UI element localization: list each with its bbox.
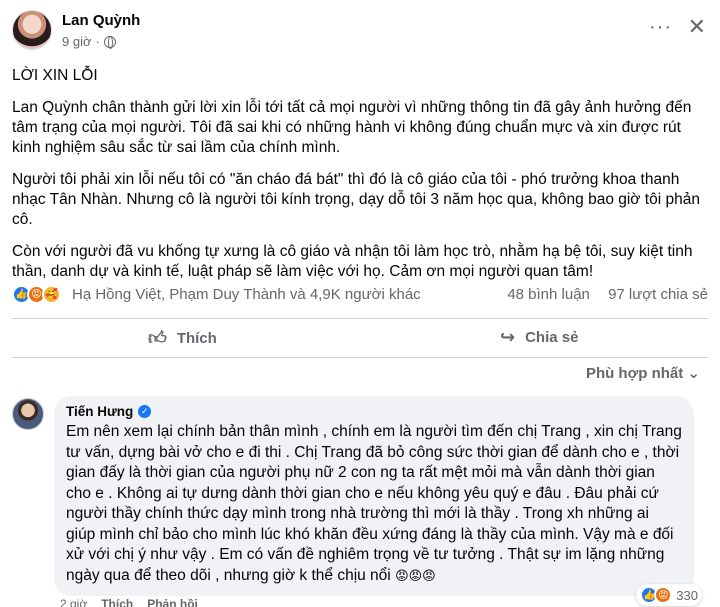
post-body: LỜI XIN LỖI Lan Quỳnh chân thành gửi lời…	[12, 66, 702, 294]
post-paragraph: Còn với người đã vu khống tự xưng là cô …	[12, 243, 693, 280]
comment-reply-button[interactable]: Phản hồi	[147, 597, 198, 607]
comment-like-button[interactable]: Thích	[101, 597, 133, 607]
comment-reactions[interactable]: 👍 😡 330	[636, 584, 702, 606]
share-button[interactable]: ↪ Chia sẻ	[500, 327, 578, 348]
thumbs-up-icon: 👍︎	[148, 328, 167, 348]
comment-text: Em nên xem lại chính bản thân mình , chí…	[66, 423, 682, 584]
post-title: LỜI XIN LỖI	[12, 67, 98, 84]
reactors-list[interactable]: Hạ Hồng Việt, Phạm Duy Thành và 4,9K ngư…	[72, 286, 421, 303]
care-reaction-icon: 🥰	[42, 285, 61, 304]
shares-count[interactable]: 97 lượt chia sẻ	[608, 286, 708, 303]
post-meta: 9 giờ ·	[62, 34, 116, 49]
comment-bubble: Tiến Hưng ✓ Em nên xem lại chính bản thâ…	[54, 396, 694, 596]
engagement-counts: 48 bình luận 97 lượt chia sẻ	[493, 286, 708, 303]
more-options-button[interactable]: ···	[649, 16, 672, 39]
like-button[interactable]: 👍︎ Thích	[148, 327, 217, 349]
share-label: Chia sẻ	[525, 329, 579, 346]
share-icon: ↪	[500, 327, 516, 347]
post-header: Lan Quỳnh 9 giờ · ··· ✕	[12, 8, 708, 56]
comment-reaction-count: 330	[676, 587, 698, 603]
comments-count[interactable]: 48 bình luận	[507, 286, 590, 303]
commenter-avatar[interactable]	[12, 398, 44, 430]
commenter-name[interactable]: Tiến Hưng	[66, 404, 133, 419]
post-paragraph: Người tôi phải xin lỗi nếu tôi có "ăn ch…	[12, 171, 700, 228]
commenter-name-row: Tiến Hưng ✓	[66, 404, 682, 419]
post-time[interactable]: 9 giờ	[62, 34, 92, 49]
verified-badge-icon: ✓	[138, 405, 152, 418]
angry-reaction-icon: 😡	[654, 586, 673, 604]
comment-text-block: Em nên xem lại chính bản thân mình , chí…	[66, 422, 682, 586]
reaction-icons[interactable]: 👍 😡 🥰	[12, 285, 61, 304]
reactions-summary: 👍 😡 🥰 Hạ Hồng Việt, Phạm Duy Thành và 4,…	[12, 284, 708, 306]
post-author-name[interactable]: Lan Quỳnh	[62, 12, 140, 29]
angry-emoji-icons: 😡😡😡	[395, 567, 436, 583]
comment-sort-dropdown[interactable]: Phù hợp nhất ⌄	[586, 364, 700, 382]
close-icon[interactable]: ✕	[688, 14, 706, 40]
like-label: Thích	[176, 329, 217, 347]
author-avatar[interactable]	[12, 10, 52, 50]
post-actions-bar: 👍︎ Thích ↪ Chia sẻ	[12, 318, 708, 358]
public-globe-icon	[103, 35, 116, 49]
comment-time[interactable]: 2 giờ	[60, 597, 87, 607]
comment-footer: 2 giờ Thích Phản hồi	[60, 597, 198, 607]
post-paragraph: Lan Quỳnh chân thành gửi lời xin lỗi tới…	[12, 99, 692, 156]
